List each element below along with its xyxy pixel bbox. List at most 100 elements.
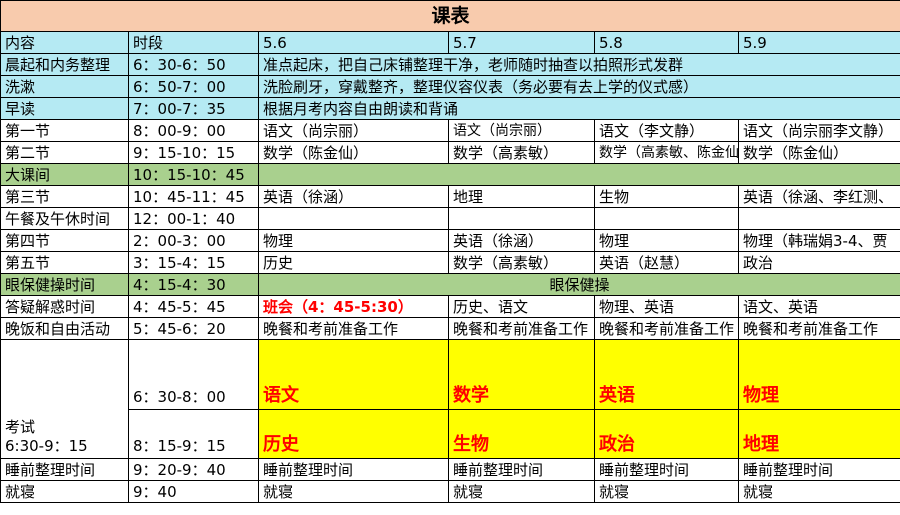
cell-date-1: 语文（尚宗丽） bbox=[258, 119, 449, 142]
table-row: 大课间 10：15-10：45 bbox=[0, 163, 900, 186]
cell-date-1: 就寝 bbox=[258, 480, 449, 503]
cell-date-1 bbox=[258, 207, 449, 230]
row-content: 早读 bbox=[0, 97, 129, 120]
cell-date-2: 英语（徐涵） bbox=[448, 229, 595, 252]
cell-date-3: 语文（李文静） bbox=[594, 119, 739, 142]
cell-date-2: 语文（尚宗丽） bbox=[448, 119, 595, 142]
row-period: 4：45-5：45 bbox=[128, 295, 259, 318]
schedule-table: 课表 内容 时段 5.6 5.7 5.8 5.9 晨起和内务整理 6：30-6：… bbox=[0, 0, 900, 503]
cell-date-4: 语文、英语 bbox=[737, 295, 900, 318]
table-row: 晚饭和自由活动 5：45-6：20 晚餐和考前准备工作 晚餐和考前准备工作 晚餐… bbox=[0, 317, 900, 340]
table-row: 早读 7：00-7：35 根据月考内容自由朗读和背诵 bbox=[0, 97, 900, 120]
cell-date-2 bbox=[448, 207, 595, 230]
cell-date-4: 英语（徐涵、李红测、 bbox=[737, 185, 900, 208]
cell-date-2: 地理 bbox=[448, 185, 595, 208]
row-merged-empty bbox=[257, 163, 900, 186]
row-period: 10：45-11：45 bbox=[128, 185, 259, 208]
exam-subject: 数学 bbox=[448, 339, 595, 410]
exam-subject: 地理 bbox=[737, 409, 900, 459]
cell-date-3: 物理 bbox=[594, 229, 739, 252]
header-date-2: 5.7 bbox=[448, 31, 595, 54]
cell-date-1: 数学（陈金仙） bbox=[258, 141, 449, 164]
class-meeting-cell: 班会（4：45-5:30） bbox=[258, 295, 449, 318]
row-content: 晨起和内务整理 bbox=[0, 53, 129, 76]
header-content: 内容 bbox=[0, 31, 129, 54]
row-period: 10：15-10：45 bbox=[128, 163, 259, 186]
row-merged-note: 根据月考内容自由朗读和背诵 bbox=[257, 97, 900, 120]
table-row: 午餐及午休时间 12：00-1：40 bbox=[0, 207, 900, 230]
row-period: 9：20-9：40 bbox=[128, 458, 259, 481]
cell-date-4: 数学（陈金仙） bbox=[737, 141, 900, 164]
exam-session-time: 6：30-8：00 bbox=[128, 339, 259, 410]
cell-date-1: 物理 bbox=[258, 229, 449, 252]
title-row: 课表 bbox=[0, 0, 900, 32]
cell-date-3: 生物 bbox=[594, 185, 739, 208]
cell-date-1: 英语（徐涵） bbox=[258, 185, 449, 208]
table-row: 答疑解惑时间 4：45-5：45 班会（4：45-5:30） 历史、语文 物理、… bbox=[0, 295, 900, 318]
row-content: 第二节 bbox=[0, 141, 129, 164]
table-row: 就寝 9：40 就寝 就寝 就寝 就寝 bbox=[0, 480, 900, 503]
row-content: 第五节 bbox=[0, 251, 129, 274]
cell-date-3: 晚餐和考前准备工作 bbox=[594, 317, 739, 340]
schedule-sheet: 课表 内容 时段 5.6 5.7 5.8 5.9 晨起和内务整理 6：30-6：… bbox=[0, 0, 900, 515]
row-period: 12：00-1：40 bbox=[128, 207, 259, 230]
table-row: 第五节 3：15-4：15 历史 数学（高素敏） 英语（赵慧） 政治 bbox=[0, 251, 900, 274]
row-merged-note: 洗脸刷牙，穿戴整齐，整理仪容仪表（务必要有去上学的仪式感） bbox=[257, 75, 900, 98]
cell-date-3: 睡前整理时间 bbox=[594, 458, 739, 481]
header-date-1: 5.6 bbox=[258, 31, 449, 54]
row-content: 晚饭和自由活动 bbox=[0, 317, 129, 340]
table-row: 睡前整理时间 9：20-9：40 睡前整理时间 睡前整理时间 睡前整理时间 睡前… bbox=[0, 458, 900, 481]
cell-date-2: 数学（高素敏） bbox=[448, 141, 595, 164]
row-content: 答疑解惑时间 bbox=[0, 295, 129, 318]
cell-date-4: 政治 bbox=[737, 251, 900, 274]
cell-date-4: 就寝 bbox=[737, 480, 900, 503]
table-row: 第一节 8：00-9：00 语文（尚宗丽） 语文（尚宗丽） 语文（李文静） 语文… bbox=[0, 119, 900, 142]
row-period: 7：00-7：35 bbox=[128, 97, 259, 120]
row-content: 第一节 bbox=[0, 119, 129, 142]
exam-subject: 政治 bbox=[594, 409, 739, 459]
table-row: 眼保健操时间 4：15-4：30 眼保健操 bbox=[0, 273, 900, 296]
row-period: 3：15-4：15 bbox=[128, 251, 259, 274]
cell-date-2: 睡前整理时间 bbox=[448, 458, 595, 481]
row-period: 9：40 bbox=[128, 480, 259, 503]
cell-date-4: 语文（尚宗丽李文静） bbox=[737, 119, 900, 142]
row-content: 第三节 bbox=[0, 185, 129, 208]
exam-session-time: 8：15-9：15 bbox=[128, 409, 259, 459]
cell-date-2: 历史、语文 bbox=[448, 295, 595, 318]
row-content: 午餐及午休时间 bbox=[0, 207, 129, 230]
cell-date-2: 就寝 bbox=[448, 480, 595, 503]
row-period: 8：00-9：00 bbox=[128, 119, 259, 142]
exam-subject: 英语 bbox=[594, 339, 739, 410]
exam-label-time: 6:30-9：15 bbox=[5, 437, 88, 455]
cell-date-4 bbox=[737, 207, 900, 230]
exam-subject: 语文 bbox=[258, 339, 449, 410]
exam-label-cell: 考试 6:30-9：15 bbox=[0, 339, 129, 459]
cell-date-3: 英语（赵慧） bbox=[594, 251, 739, 274]
row-period: 4：15-4：30 bbox=[128, 273, 259, 296]
cell-date-3: 就寝 bbox=[594, 480, 739, 503]
cell-date-2: 数学（高素敏） bbox=[448, 251, 595, 274]
cell-date-4: 睡前整理时间 bbox=[737, 458, 900, 481]
cell-date-3: 物理、英语 bbox=[594, 295, 739, 318]
row-content: 睡前整理时间 bbox=[0, 458, 129, 481]
row-content: 第四节 bbox=[0, 229, 129, 252]
exam-row: 考试 6:30-9：15 6：30-8：00 语文 数学 英语 物理 bbox=[0, 339, 900, 459]
table-row: 第四节 2：00-3：00 物理 英语（徐涵） 物理 物理（韩瑞娟3-4、贾 bbox=[0, 229, 900, 252]
row-merged-note: 眼保健操 bbox=[257, 273, 900, 296]
row-content: 眼保健操时间 bbox=[0, 273, 129, 296]
header-period: 时段 bbox=[128, 31, 259, 54]
row-period: 9：15-10：15 bbox=[128, 141, 259, 164]
table-row: 洗漱 6：50-7：00 洗脸刷牙，穿戴整齐，整理仪容仪表（务必要有去上学的仪式… bbox=[0, 75, 900, 98]
cell-date-1: 晚餐和考前准备工作 bbox=[258, 317, 449, 340]
exam-subject: 历史 bbox=[258, 409, 449, 459]
table-row: 第三节 10：45-11：45 英语（徐涵） 地理 生物 英语（徐涵、李红测、 bbox=[0, 185, 900, 208]
row-period: 2：00-3：00 bbox=[128, 229, 259, 252]
exam-row: 8：15-9：15 历史 生物 政治 地理 bbox=[1, 409, 900, 459]
header-date-4: 5.9 bbox=[737, 31, 900, 54]
cell-date-2: 晚餐和考前准备工作 bbox=[448, 317, 595, 340]
cell-date-4: 物理（韩瑞娟3-4、贾 bbox=[737, 229, 900, 252]
cell-date-4: 晚餐和考前准备工作 bbox=[737, 317, 900, 340]
cell-date-1: 历史 bbox=[258, 251, 449, 274]
row-content: 就寝 bbox=[0, 480, 129, 503]
exam-subject: 物理 bbox=[737, 339, 900, 410]
